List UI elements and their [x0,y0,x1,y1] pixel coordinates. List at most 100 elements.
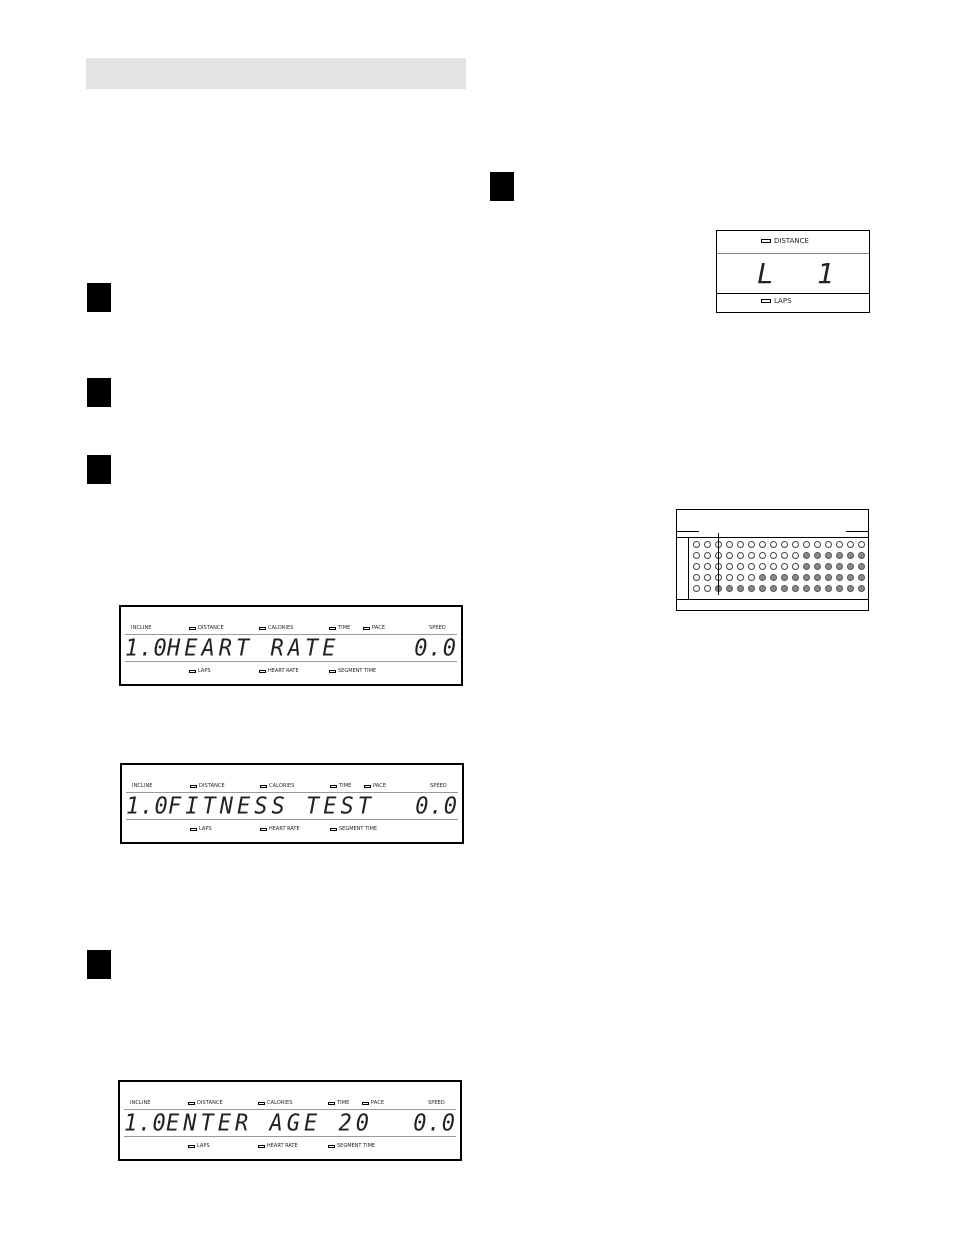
matrix-dot-lit [803,552,810,559]
matrix-dot-unlit [836,541,843,548]
matrix-dot-unlit [759,563,766,570]
divider [126,819,458,820]
matrix-dot-lit [814,585,821,592]
label-distance: DISTANCE [197,1100,223,1106]
indicator-light-icon [260,827,267,831]
indicator-distance: DISTANCE [761,237,809,245]
matrix-dot-unlit [726,541,733,548]
matrix-dot-lit [792,574,799,581]
matrix-dot-lit [759,585,766,592]
indicator-heart-rate: HEART RATE [260,826,300,832]
matrix-dot-lit [770,585,777,592]
lcd-lap-number: 1 [817,257,834,290]
lcd-message: FITNESS TEST [168,793,375,820]
indicator-light-icon [188,1144,195,1148]
matrix-dot-unlit [781,563,788,570]
indicator-light-icon [328,1144,335,1148]
divider [677,531,699,532]
indicator-light-icon [328,1101,335,1105]
matrix-dot-unlit [693,563,700,570]
matrix-dot-lit [781,585,788,592]
laps-display: DISTANCE L 1 LAPS [716,230,870,313]
indicator-light-icon [329,669,336,673]
matrix-dot-lit [759,574,766,581]
indicator-calories: CALORIES [258,1100,293,1106]
divider [124,1136,456,1137]
divider [677,537,868,538]
matrix-dot-lit [737,585,744,592]
matrix-dot-unlit [748,574,755,581]
divider [717,293,869,294]
label-time: TIME [339,783,352,789]
lcd-incline: 1.0 [125,635,168,662]
matrix-dot-lit [825,563,832,570]
indicator-pace: PACE [364,783,386,789]
matrix-dot-lit [803,574,810,581]
indicator-light-icon [260,784,267,788]
lcd-lap-letter: L [757,257,774,290]
indicator-light-icon [259,626,266,630]
matrix-dot-lit [803,585,810,592]
lcd-speed: 0.0 [413,1110,456,1137]
matrix-dot-lit [847,585,854,592]
matrix-dot-lit [748,585,755,592]
label-time: TIME [338,625,351,631]
indicator-light-icon [362,1101,369,1105]
matrix-dot-unlit [825,541,832,548]
indicator-light-icon [190,827,197,831]
indicator-light-icon [363,626,370,630]
matrix-dot-unlit [748,541,755,548]
indicator-laps: LAPS [761,297,792,305]
matrix-dot-unlit [693,541,700,548]
label-laps: LAPS [199,826,212,832]
matrix-dot-lit [803,563,810,570]
matrix-dot-lit [858,563,865,570]
indicator-light-icon [761,299,771,303]
matrix-dot-lit [836,563,843,570]
matrix-dot-unlit [792,552,799,559]
label-speed: SPEED [428,1100,445,1106]
matrix-dot-unlit [748,552,755,559]
label-calories: CALORIES [267,1100,293,1106]
matrix-dot-unlit [792,541,799,548]
matrix-dot-lit [814,563,821,570]
indicator-time: TIME [328,1100,349,1106]
label-heart-rate: HEART RATE [267,1143,298,1149]
matrix-dot-unlit [759,552,766,559]
matrix-dot-lit [825,552,832,559]
indicator-pace: PACE [362,1100,384,1106]
matrix-dot-lit [858,585,865,592]
matrix-dot-unlit [759,541,766,548]
console-display-heart-rate: INCLINE DISTANCE CALORIES TIME PACE SPEE… [119,605,463,686]
indicator-light-icon [258,1144,265,1148]
section-header-bar [86,58,466,89]
matrix-dot-lit [858,574,865,581]
step-number-box [87,950,111,979]
console-display-enter-age: INCLINE DISTANCE CALORIES TIME PACE SPEE… [118,1080,462,1161]
matrix-dot-lit [858,552,865,559]
indicator-light-icon [330,827,337,831]
indicator-segment-time: SEGMENT TIME [330,826,377,832]
divider [677,599,868,600]
indicator-light-icon [329,626,336,630]
matrix-dot-unlit [770,552,777,559]
indicator-time: TIME [330,783,351,789]
matrix-dot-lit [770,574,777,581]
matrix-dot-unlit [693,574,700,581]
label-segment-time: SEGMENT TIME [337,1143,376,1149]
matrix-dot-unlit [770,563,777,570]
label-laps: LAPS [197,1143,210,1149]
matrix-dot-lit [825,574,832,581]
indicator-pace: PACE [363,625,385,631]
matrix-dot-lit [792,585,799,592]
matrix-dot-unlit [858,541,865,548]
profile-matrix-display [676,509,869,611]
indicator-light-icon [259,669,266,673]
console-display-fitness-test: INCLINE DISTANCE CALORIES TIME PACE SPEE… [120,763,464,844]
label-pace: PACE [371,1100,385,1106]
indicator-calories: CALORIES [259,625,294,631]
label-speed: SPEED [429,625,446,631]
indicator-laps: LAPS [188,1143,210,1149]
matrix-dot-unlit [847,541,854,548]
matrix-dot-unlit [781,541,788,548]
